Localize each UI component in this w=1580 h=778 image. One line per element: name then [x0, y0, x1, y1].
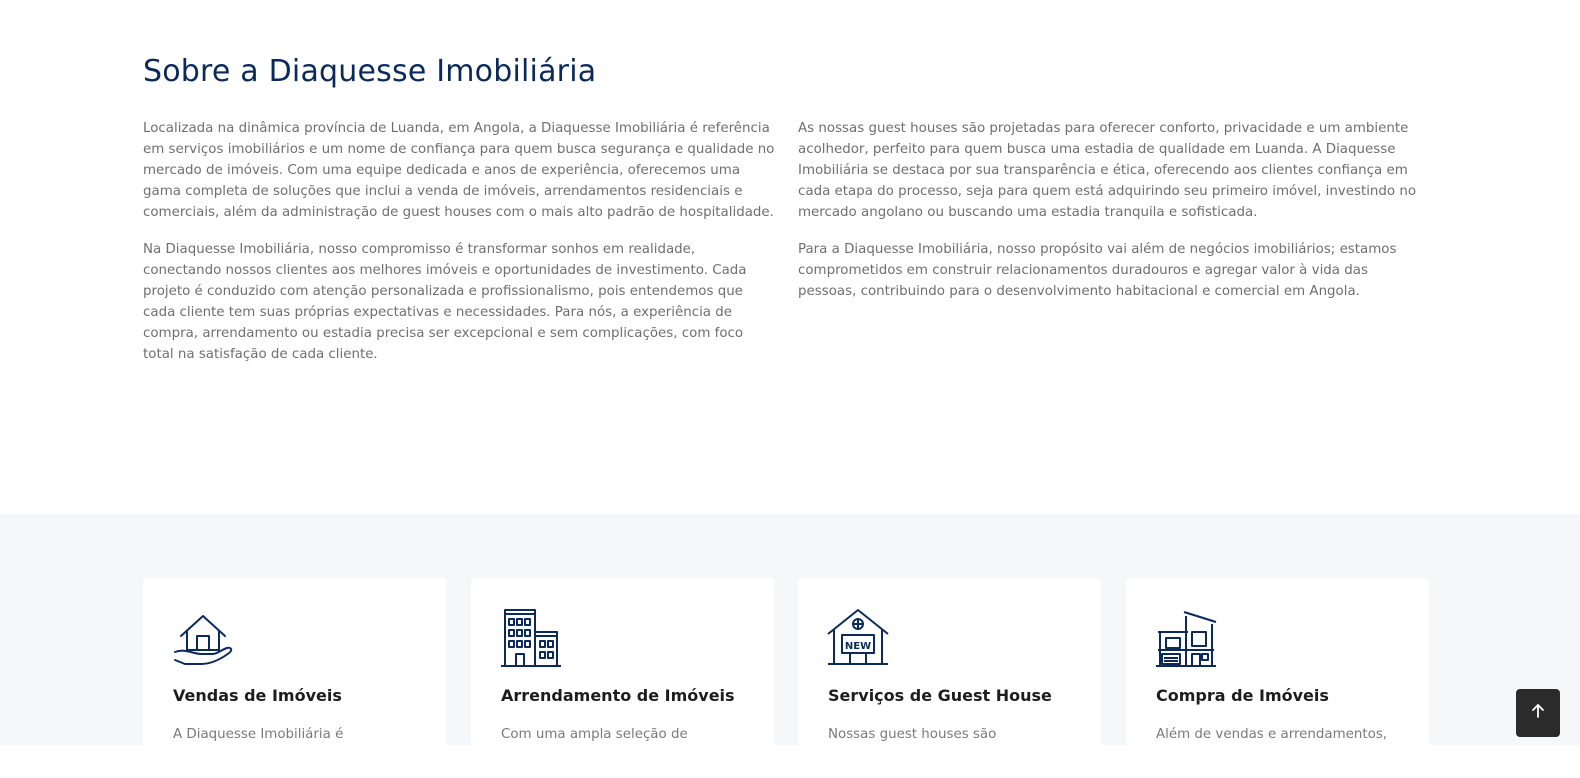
about-paragraph: As nossas guest houses são projetadas pa… — [798, 121, 1417, 220]
service-card-arrendamento[interactable]: Arrendamento de Imóveis Com uma ampla se… — [471, 578, 774, 778]
about-left-column: Localizada na dinâmica província de Luan… — [143, 118, 775, 381]
service-description: Além de vendas e arrendamentos, — [1156, 727, 1388, 742]
about-section: Sobre a Diaquesse Imobiliária Localizada… — [0, 0, 1580, 514]
arrow-up-icon — [1529, 702, 1547, 724]
service-title: Serviços de Guest House — [828, 686, 1052, 705]
service-card-guest-house[interactable]: NEW Serviços de Guest House Nossas guest… — [798, 578, 1101, 778]
about-title: Sobre a Diaquesse Imobiliária — [143, 54, 597, 89]
service-card-vendas[interactable]: Vendas de Imóveis A Diaquesse Imobiliári… — [143, 578, 446, 778]
service-title: Compra de Imóveis — [1156, 686, 1329, 705]
service-description: Com uma ampla seleção de — [501, 727, 688, 742]
service-description: A Diaquesse Imobiliária é — [173, 727, 344, 742]
service-title: Arrendamento de Imóveis — [501, 686, 735, 705]
services-section: Vendas de Imóveis A Diaquesse Imobiliári… — [0, 514, 1580, 778]
about-paragraph: Para a Diaquesse Imobiliária, nosso prop… — [798, 242, 1397, 299]
about-right-column: As nossas guest houses são projetadas pa… — [798, 118, 1430, 318]
buildings-icon — [499, 606, 563, 670]
about-paragraph: Na Diaquesse Imobiliária, nosso compromi… — [143, 242, 747, 362]
about-paragraph: Localizada na dinâmica província de Luan… — [143, 121, 775, 220]
service-description: Nossas guest houses são — [828, 727, 997, 742]
new-house-sign-icon: NEW — [826, 606, 890, 670]
service-title: Vendas de Imóveis — [173, 686, 342, 705]
svg-text:NEW: NEW — [845, 641, 871, 652]
house-in-hand-icon — [171, 606, 235, 670]
modern-house-icon — [1154, 606, 1218, 670]
service-card-compra[interactable]: Compra de Imóveis Além de vendas e arren… — [1126, 578, 1429, 778]
back-to-top-button[interactable] — [1516, 689, 1560, 737]
